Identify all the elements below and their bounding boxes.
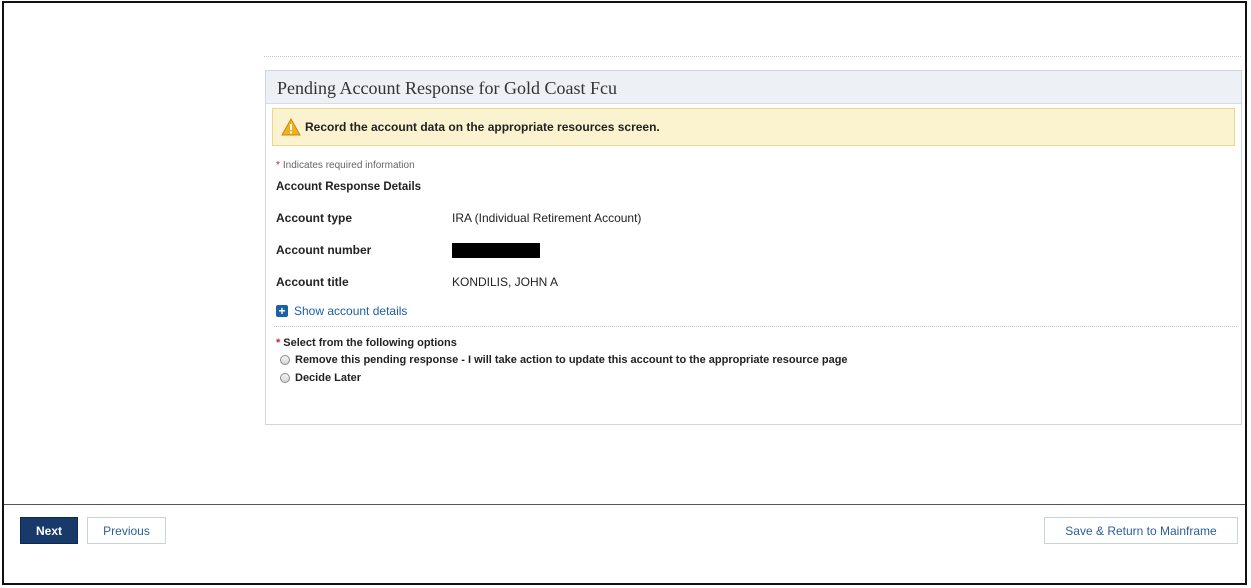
radio-remove[interactable]: [280, 355, 290, 365]
account-title-row: Account title KONDILIS, JOHN A: [276, 274, 1241, 290]
show-account-details-label: Show account details: [294, 304, 408, 318]
options-required-star: *: [276, 337, 281, 349]
options-title-text: Select from the following options: [283, 337, 457, 349]
option-remove-label: Remove this pending response - I will ta…: [295, 354, 848, 366]
account-type-value: IRA (Individual Retirement Account): [452, 211, 642, 225]
previous-button[interactable]: Previous: [87, 517, 166, 544]
save-return-button[interactable]: Save & Return to Mainframe: [1044, 517, 1238, 544]
pending-response-panel: Pending Account Response for Gold Coast …: [265, 70, 1242, 425]
account-number-row: Account number: [276, 242, 1241, 258]
panel-title: Pending Account Response for Gold Coast …: [266, 71, 1241, 104]
account-title-label: Account title: [276, 275, 349, 289]
options-title: * Select from the following options: [276, 337, 1241, 349]
required-note-text: Indicates required information: [282, 160, 415, 171]
required-star: *: [276, 160, 280, 171]
account-number-redacted: [452, 242, 540, 258]
warning-icon: [281, 117, 301, 137]
account-number-label: Account number: [276, 243, 372, 257]
top-divider: [264, 56, 1241, 57]
option-decide-later[interactable]: Decide Later: [280, 371, 1241, 385]
option-decide-later-label: Decide Later: [295, 372, 362, 384]
options-divider: [274, 326, 1237, 327]
plus-icon: +: [276, 305, 288, 317]
account-type-label: Account type: [276, 211, 353, 225]
next-button[interactable]: Next: [20, 517, 78, 544]
show-account-details-link[interactable]: + Show account details: [276, 304, 1241, 318]
alert-message: Record the account data on the appropria…: [305, 120, 660, 134]
required-note: * Indicates required information: [276, 160, 1241, 171]
warning-alert: Record the account data on the appropria…: [272, 108, 1235, 146]
radio-decide-later[interactable]: [280, 373, 290, 383]
account-type-row: Account type IRA (Individual Retirement …: [276, 210, 1241, 226]
section-title: Account Response Details: [276, 181, 422, 193]
account-title-value: KONDILIS, JOHN A: [452, 275, 559, 289]
option-remove[interactable]: Remove this pending response - I will ta…: [280, 353, 1241, 367]
footer-divider: [4, 504, 1245, 505]
